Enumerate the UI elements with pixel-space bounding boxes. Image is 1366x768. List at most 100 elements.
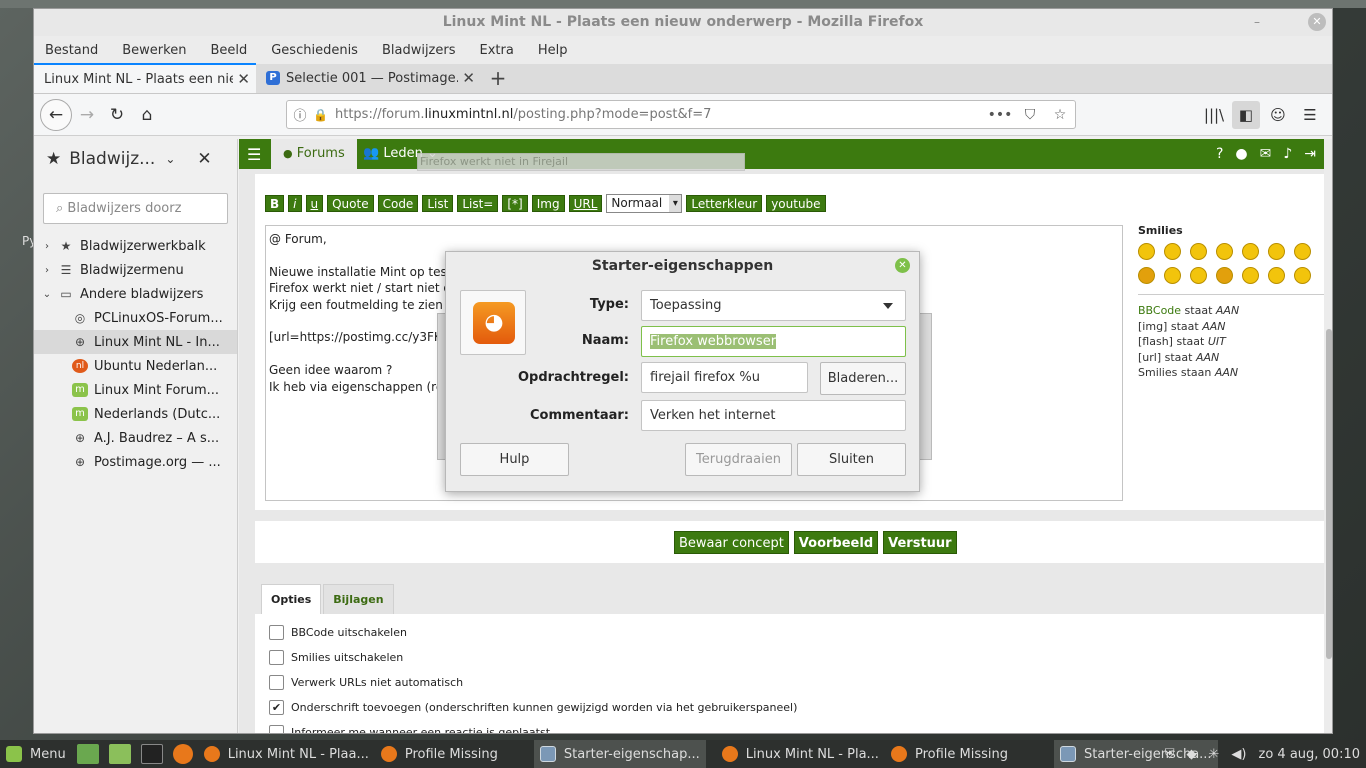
logout-icon[interactable]: ⇥ bbox=[1304, 146, 1316, 162]
url-button[interactable]: URL bbox=[568, 195, 603, 212]
bookmark-item[interactable]: ⊕ A.J. Baudrez – A s... bbox=[34, 426, 237, 450]
bbcode-link[interactable]: BBCode bbox=[1138, 304, 1181, 317]
clock[interactable]: zo 4 aug, 00:10 bbox=[1259, 747, 1361, 762]
dialog-close-icon[interactable]: ✕ bbox=[895, 258, 910, 273]
expand-arrow-icon[interactable]: › bbox=[40, 265, 54, 276]
bookmark-folder-toolbar[interactable]: › ★ Bladwijzerwerkbalk bbox=[34, 234, 237, 258]
scrollbar-thumb[interactable] bbox=[1326, 329, 1332, 659]
account-icon[interactable]: ☺ bbox=[1264, 101, 1292, 129]
smiley-oops-icon[interactable] bbox=[1242, 243, 1259, 260]
smiley-idea-icon[interactable] bbox=[1268, 267, 1285, 284]
menu-help[interactable]: Help bbox=[538, 43, 568, 58]
terminal-icon[interactable] bbox=[140, 744, 163, 764]
collapse-arrow-icon[interactable]: ⌄ bbox=[40, 289, 54, 300]
page-scrollbar[interactable] bbox=[1324, 139, 1332, 733]
bold-button[interactable]: B bbox=[265, 195, 285, 212]
tab-postimage[interactable]: P Selectie 001 — Postimage.org ✕ bbox=[256, 63, 481, 93]
task-profile-missing-1[interactable]: Profile Missing bbox=[375, 740, 504, 768]
browse-button[interactable]: Bladeren... bbox=[820, 362, 906, 395]
window-close-button[interactable]: ✕ bbox=[1308, 13, 1326, 31]
smiley-question-icon[interactable] bbox=[1294, 267, 1311, 284]
command-input[interactable]: firejail firefox %u bbox=[641, 362, 808, 393]
smiley-confused-icon[interactable] bbox=[1216, 243, 1233, 260]
menu-beeld[interactable]: Beeld bbox=[210, 43, 247, 58]
checkbox[interactable] bbox=[269, 674, 284, 690]
notifications-icon[interactable]: ♪ bbox=[1283, 146, 1292, 162]
img-button[interactable]: Img bbox=[531, 195, 565, 212]
checkbox-checked[interactable]: ✔ bbox=[269, 699, 284, 715]
list-item-button[interactable]: [*] bbox=[502, 195, 528, 212]
volume-icon[interactable]: ◀) bbox=[1231, 747, 1246, 762]
menu-bestand[interactable]: Bestand bbox=[45, 43, 98, 58]
start-menu-button[interactable]: Menu bbox=[0, 740, 72, 768]
pocket-icon[interactable]: ⛉ bbox=[1015, 107, 1045, 123]
messages-icon[interactable]: ✉ bbox=[1260, 146, 1272, 162]
font-size-select[interactable]: Normaal bbox=[606, 194, 683, 213]
sidebar-title[interactable]: Bladwijz... bbox=[69, 149, 155, 169]
smiley-rolleyes-icon[interactable] bbox=[1190, 267, 1207, 284]
expand-arrow-icon[interactable]: › bbox=[40, 241, 54, 252]
submit-button[interactable]: Verstuur bbox=[883, 531, 957, 554]
sidebar-close-icon[interactable]: ✕ bbox=[197, 149, 211, 169]
list-button[interactable]: List bbox=[422, 195, 454, 212]
list-numbered-button[interactable]: List= bbox=[457, 195, 499, 212]
font-color-button[interactable]: Letterkleur bbox=[686, 195, 763, 212]
save-draft-button[interactable]: Bewaar concept bbox=[674, 531, 789, 554]
youtube-button[interactable]: youtube bbox=[766, 195, 826, 212]
back-button[interactable]: ← bbox=[40, 98, 72, 131]
minimize-button[interactable]: – bbox=[1248, 13, 1266, 31]
task-starter-1[interactable]: Starter-eigenschap... bbox=[533, 740, 706, 768]
help-icon[interactable]: ? bbox=[1216, 146, 1223, 162]
tab-linuxmint[interactable]: Linux Mint NL - Plaats een nieuw onderwe… bbox=[34, 63, 256, 93]
checkbox[interactable] bbox=[269, 724, 284, 733]
code-button[interactable]: Code bbox=[377, 195, 419, 212]
hamburger-menu-icon[interactable]: ☰ bbox=[1296, 101, 1324, 129]
option-row[interactable]: Informeer me wanneer een reactie is gepl… bbox=[269, 724, 550, 733]
wifi-icon[interactable]: ◆ bbox=[1187, 747, 1197, 762]
checkbox[interactable] bbox=[269, 649, 284, 665]
chevron-down-icon[interactable]: ⌄ bbox=[165, 152, 175, 166]
files-icon[interactable] bbox=[108, 744, 131, 764]
bookmark-folder-other[interactable]: ⌄ ▭ Andere bladwijzers bbox=[34, 282, 237, 306]
bookmark-item[interactable]: m Linux Mint Forum... bbox=[34, 378, 237, 402]
smiley-twisted-icon[interactable] bbox=[1216, 267, 1233, 284]
forum-menu-icon[interactable]: ☰ bbox=[247, 145, 261, 164]
tab-close-icon[interactable]: ✕ bbox=[237, 70, 250, 88]
smiley-smile-icon[interactable] bbox=[1268, 243, 1285, 260]
option-row[interactable]: BBCode uitschakelen bbox=[269, 624, 407, 640]
task-firefox-2[interactable]: Linux Mint NL - Pla... bbox=[716, 740, 885, 768]
menu-geschiedenis[interactable]: Geschiedenis bbox=[271, 43, 358, 58]
help-button[interactable]: Hulp bbox=[460, 443, 569, 476]
smiley-exclaim-icon[interactable] bbox=[1242, 267, 1259, 284]
name-input[interactable]: Firefox webbrowser bbox=[641, 326, 906, 357]
user-icon[interactable]: ● bbox=[1235, 146, 1247, 162]
smiley-eek-icon[interactable] bbox=[1164, 243, 1181, 260]
smiley-grin-icon[interactable] bbox=[1190, 243, 1207, 260]
library-icon[interactable]: |||\ bbox=[1200, 101, 1228, 129]
underline-button[interactable]: u bbox=[305, 195, 324, 212]
quote-button[interactable]: Quote bbox=[327, 195, 374, 212]
task-firefox-1[interactable]: Linux Mint NL - Plaa... bbox=[198, 740, 375, 768]
shield-icon[interactable]: ⛨ bbox=[1165, 747, 1175, 762]
bookmarks-search-input[interactable]: ⌕ Bladwijzers doorz bbox=[43, 193, 228, 224]
tab-attachments[interactable]: Bijlagen bbox=[323, 584, 394, 615]
url-bar[interactable]: ⓘ 🔒 https://forum.linuxmintnl.nl/posting… bbox=[286, 100, 1076, 129]
page-actions-icon[interactable]: ••• bbox=[985, 107, 1015, 123]
tab-close-icon[interactable]: ✕ bbox=[462, 69, 475, 87]
smiley-neutral-icon[interactable] bbox=[1164, 267, 1181, 284]
app-icon-button[interactable]: ◕ bbox=[460, 290, 526, 355]
smiley-wink-icon[interactable] bbox=[1294, 243, 1311, 260]
forums-tab[interactable]: ● Forums bbox=[271, 139, 357, 169]
menu-bladwijzers[interactable]: Bladwijzers bbox=[382, 43, 456, 58]
comment-input[interactable]: Verken het internet bbox=[641, 400, 906, 431]
menu-extra[interactable]: Extra bbox=[480, 43, 514, 58]
home-button[interactable]: ⌂ bbox=[132, 100, 162, 130]
reload-button[interactable]: ↻ bbox=[102, 100, 132, 130]
bookmark-item[interactable]: m Nederlands (Dutc... bbox=[34, 402, 237, 426]
bookmark-item[interactable]: ⊕ Postimage.org — ... bbox=[34, 450, 237, 474]
firefox-launcher-icon[interactable] bbox=[172, 744, 193, 764]
menu-bewerken[interactable]: Bewerken bbox=[122, 43, 186, 58]
sidebar-toggle-icon[interactable]: ◧ bbox=[1232, 101, 1260, 129]
option-row[interactable]: Verwerk URLs niet automatisch bbox=[269, 674, 463, 690]
smiley-cool-icon[interactable] bbox=[1138, 243, 1155, 260]
